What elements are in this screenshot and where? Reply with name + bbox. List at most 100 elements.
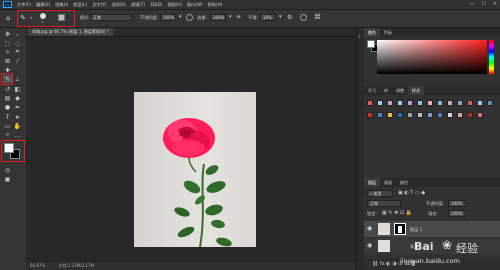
path-select-tool-icon[interactable]: ➤ xyxy=(13,113,22,121)
style-swatch[interactable] xyxy=(477,112,483,118)
more-tools-icon[interactable]: … xyxy=(13,131,22,139)
style-swatch[interactable] xyxy=(457,112,463,118)
style-swatch[interactable] xyxy=(467,112,473,118)
style-swatch[interactable] xyxy=(447,100,453,106)
color-picker-field[interactable] xyxy=(377,40,487,74)
style-swatch[interactable] xyxy=(377,112,383,118)
layer-name[interactable]: 图层 1 xyxy=(410,227,422,233)
menu-layer[interactable]: 图层(L) xyxy=(73,2,87,8)
chevron-down-icon[interactable]: ▾ xyxy=(279,14,282,20)
style-swatch[interactable] xyxy=(407,100,413,106)
collapse-icon[interactable]: » xyxy=(13,30,22,38)
symmetry-icon[interactable]: ⌘ xyxy=(314,13,321,21)
layer-filter-select[interactable]: ⌕ 类型 xyxy=(367,190,393,197)
zoom-level[interactable]: 66.67% xyxy=(30,263,45,268)
style-swatch[interactable] xyxy=(377,100,383,106)
eye-icon[interactable]: ◉ xyxy=(367,225,372,232)
style-swatch[interactable] xyxy=(387,112,393,118)
filter-icons[interactable]: ▣ ◐ T ▭ ◆ xyxy=(398,190,425,196)
menu-view[interactable]: 视图(V) xyxy=(167,2,182,8)
rectangle-tool-icon[interactable]: ▭ xyxy=(3,122,12,130)
eraser-tool-icon[interactable]: ◧ xyxy=(13,85,22,93)
menu-edit[interactable]: 编辑(E) xyxy=(36,2,50,8)
tab-adjustments[interactable]: 调整 xyxy=(392,88,408,93)
style-swatch[interactable] xyxy=(447,112,453,118)
marquee-tool-icon[interactable]: ⬚ xyxy=(3,39,12,47)
gradient-tool-icon[interactable]: ▤ xyxy=(3,94,12,102)
style-swatch[interactable] xyxy=(417,100,423,106)
menu-type[interactable]: 文字(Y) xyxy=(92,2,106,8)
chevron-down-icon[interactable]: ▾ xyxy=(179,14,182,20)
tab-learn[interactable]: 学习 xyxy=(364,88,380,93)
style-swatch[interactable] xyxy=(477,100,483,106)
eye-icon[interactable]: ◉ xyxy=(367,242,372,249)
move-tool-icon[interactable]: ✥ xyxy=(3,30,12,38)
style-swatch[interactable] xyxy=(437,112,443,118)
smooth-input[interactable]: 10% xyxy=(260,14,276,21)
layer-mask-thumbnail[interactable] xyxy=(394,223,406,235)
lock-icons[interactable]: ▦ ✎ ✥ ⊡ 🔒 xyxy=(382,210,412,216)
menu-3d[interactable]: 3D(D) xyxy=(150,2,162,7)
collapse-panels-icon[interactable]: » xyxy=(358,34,361,40)
dodge-tool-icon[interactable]: ● xyxy=(3,103,12,111)
pen-tool-icon[interactable]: ✒ xyxy=(13,103,22,111)
lasso-tool-icon[interactable]: ◌ xyxy=(13,39,22,47)
flow-input[interactable]: 100% xyxy=(210,14,226,21)
style-swatch[interactable] xyxy=(407,112,413,118)
style-swatch[interactable] xyxy=(487,100,493,106)
layer-opacity-input[interactable]: 100% xyxy=(448,200,466,207)
style-swatch[interactable] xyxy=(467,100,473,106)
style-swatch[interactable] xyxy=(397,112,403,118)
style-swatch[interactable] xyxy=(367,112,373,118)
menu-filter[interactable]: 滤镜(T) xyxy=(131,2,145,8)
document-tab[interactable]: 玫瑰.jpg @ 66.7% (图层 1, 图层蒙版/8) * xyxy=(28,28,113,36)
chevron-down-icon[interactable]: ▾ xyxy=(229,14,232,20)
menu-help[interactable]: 帮助(H) xyxy=(208,2,223,8)
airbrush-icon[interactable]: ✈ xyxy=(236,14,241,21)
color-panel-foreground[interactable] xyxy=(367,40,375,48)
minimize-button[interactable]: — xyxy=(469,1,474,7)
blend-mode-select[interactable]: 正常 xyxy=(367,200,401,207)
tab-swatches[interactable]: 色板 xyxy=(380,30,396,35)
mode-select[interactable]: 正常 xyxy=(90,14,132,21)
hue-slider[interactable] xyxy=(489,40,494,74)
style-swatch[interactable] xyxy=(427,112,433,118)
blur-tool-icon[interactable]: ◆ xyxy=(13,94,22,102)
history-brush-tool-icon[interactable]: ↺ xyxy=(3,85,12,93)
menu-file[interactable]: 文件(F) xyxy=(17,2,31,8)
pressure-opacity-icon[interactable] xyxy=(186,14,193,21)
settings-gear-icon[interactable]: ⚙ xyxy=(287,14,292,21)
menu-image[interactable]: 图像(I) xyxy=(55,2,68,8)
fill-input[interactable]: 100% xyxy=(448,210,466,217)
eyedropper-tool-icon[interactable]: ⁄ xyxy=(13,57,22,65)
pressure-size-icon[interactable] xyxy=(300,14,307,21)
layer-row-layer1[interactable]: ◉ 图层 1 xyxy=(364,221,500,237)
style-swatch[interactable] xyxy=(427,100,433,106)
canvas-area[interactable] xyxy=(26,37,356,262)
opacity-input[interactable]: 100% xyxy=(160,14,176,21)
zoom-tool-icon[interactable]: ⌕ xyxy=(3,131,12,139)
hand-tool-icon[interactable]: ✋ xyxy=(13,122,22,130)
tab-paths[interactable]: 路径 xyxy=(396,180,412,185)
style-swatch[interactable] xyxy=(457,100,463,106)
style-swatch[interactable] xyxy=(437,100,443,106)
style-swatch[interactable] xyxy=(387,100,393,106)
tab-color[interactable]: 颜色 xyxy=(364,28,380,37)
tab-libraries[interactable]: 库 xyxy=(380,88,392,93)
menu-window[interactable]: 窗口(W) xyxy=(187,2,203,8)
close-button[interactable]: ✕ xyxy=(493,1,497,7)
quick-select-tool-icon[interactable]: ✧ xyxy=(3,48,12,56)
tab-styles[interactable]: 样式 xyxy=(408,86,424,95)
style-swatch[interactable] xyxy=(367,100,373,106)
tab-channels[interactable]: 通道 xyxy=(380,180,396,185)
clone-stamp-tool-icon[interactable]: ⊥ xyxy=(13,75,22,83)
home-icon[interactable]: ⌂ xyxy=(6,14,10,22)
style-swatch[interactable] xyxy=(417,112,423,118)
frame-tool-icon[interactable]: ⊠ xyxy=(3,57,12,65)
tab-layers[interactable]: 图层 xyxy=(364,178,380,187)
foreground-color-swatch[interactable] xyxy=(4,143,14,153)
crop-tool-icon[interactable]: ⌗ xyxy=(13,48,22,56)
screen-mode-icon[interactable]: ▣ xyxy=(3,175,12,183)
document-canvas[interactable] xyxy=(134,92,256,248)
style-swatch[interactable] xyxy=(397,100,403,106)
